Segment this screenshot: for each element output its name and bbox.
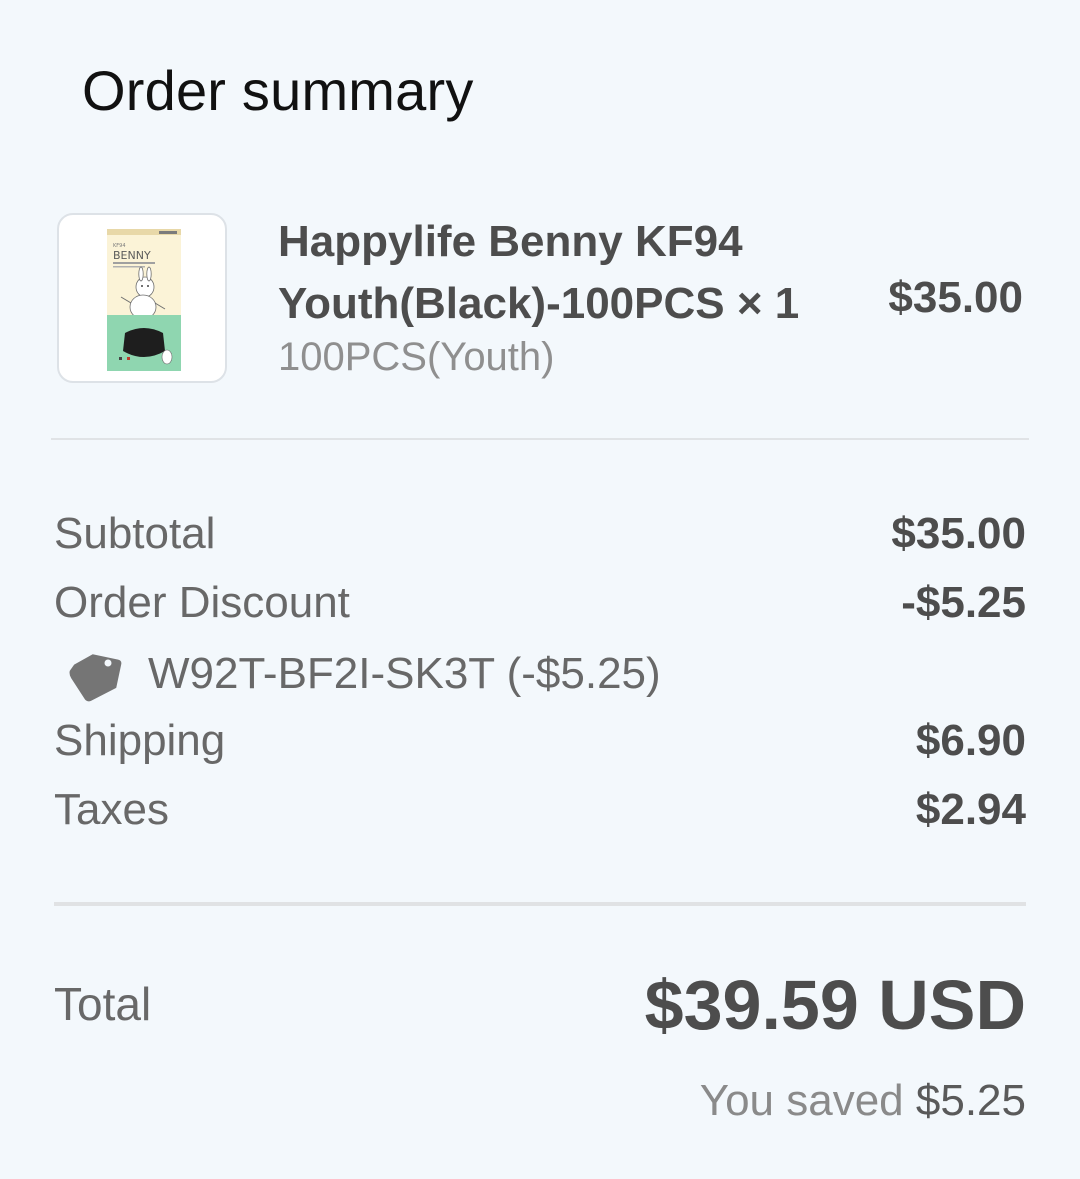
subtotal-value: $35.00 (891, 509, 1026, 558)
product-name-line2: Youth(Black)-100PCS × 1 (278, 279, 800, 328)
savings-label: You saved (699, 1076, 904, 1125)
product-info: Happylife Benny KF94 Youth(Black)-100PCS… (278, 213, 838, 381)
discount-value: -$5.25 (901, 578, 1026, 627)
discount-code-row: W92T-BF2I-SK3T (-$5.25) (66, 645, 766, 703)
taxes-value: $2.94 (915, 785, 1026, 834)
total-value: $39.59 USD (644, 966, 1026, 1044)
savings-amount: $5.25 (915, 1076, 1026, 1125)
product-name-line1: Happylife Benny KF94 (278, 217, 743, 266)
divider (51, 438, 1029, 440)
savings-summary: You saved $5.25 (700, 1072, 1026, 1130)
product-variant: 100PCS(Youth) (278, 335, 555, 379)
product-price: $35.00 (888, 273, 1023, 322)
tag-icon (69, 654, 122, 702)
taxes-row: Taxes $2.94 (54, 781, 1026, 839)
taxes-label: Taxes (54, 785, 169, 834)
discount-label: Order Discount (54, 578, 350, 627)
discount-code: W92T-BF2I-SK3T (-$5.25) (148, 649, 661, 698)
page-title: Order summary (82, 59, 474, 122)
product-image-brand-text: BENNY (113, 249, 151, 262)
subtotal-row: Subtotal $35.00 (54, 505, 1026, 563)
product-line-item: KF94 BENNY Happylife Benny KF94 Youth(Bl… (57, 213, 1023, 393)
total-label: Total (54, 978, 152, 1030)
subtotal-label: Subtotal (54, 509, 216, 558)
product-thumbnail: KF94 BENNY (57, 213, 227, 383)
shipping-value: $6.90 (915, 716, 1026, 765)
shipping-row: Shipping $6.90 (54, 712, 1026, 770)
product-image-benny-mask-box: KF94 BENNY (107, 229, 181, 371)
shipping-label: Shipping (54, 716, 226, 765)
divider (54, 902, 1026, 906)
discount-row: Order Discount -$5.25 (54, 574, 1026, 632)
